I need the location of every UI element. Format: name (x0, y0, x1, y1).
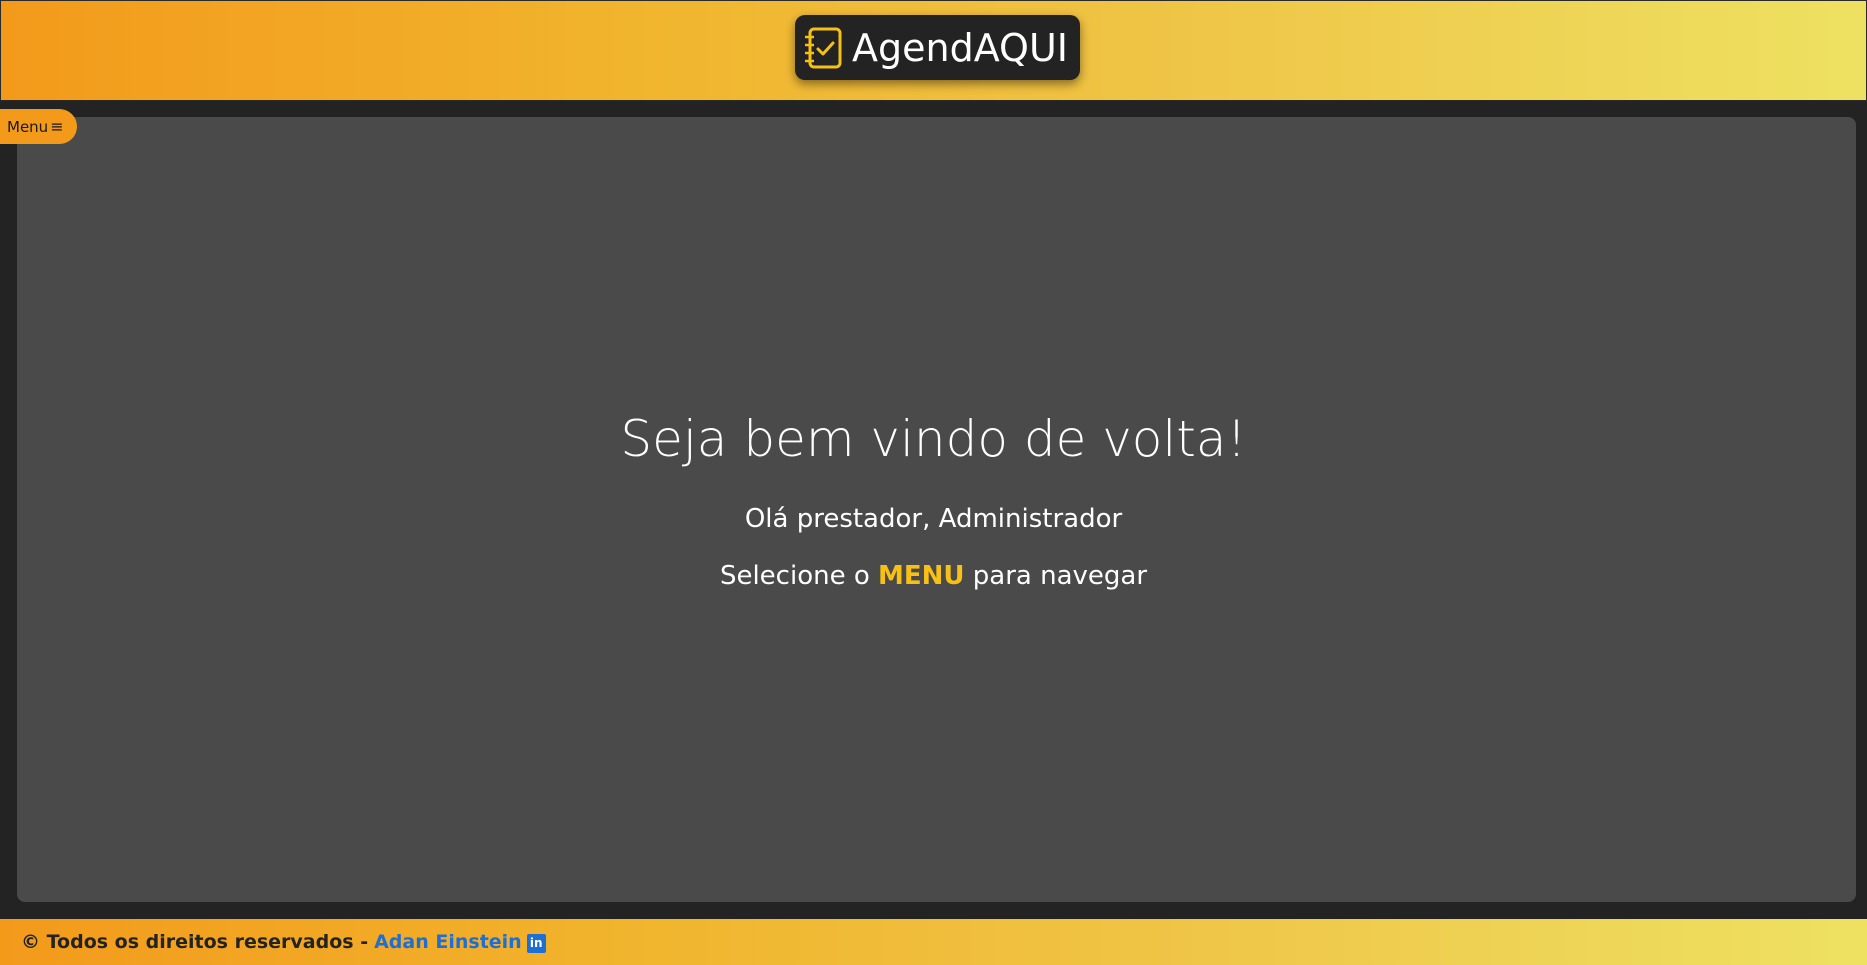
top-header: AgendAQUI (0, 0, 1867, 101)
greeting-text: Olá prestador, Administrador (744, 504, 1123, 534)
welcome-title: Seja bem vindo de volta! (620, 410, 1247, 468)
copyright-text: © Todos os direitos reservados - (21, 931, 369, 953)
brand-logo[interactable]: AgendAQUI (795, 15, 1080, 80)
linkedin-glyph: in (529, 935, 543, 950)
menu-button[interactable]: Menu ≡ (0, 109, 77, 144)
hamburger-icon: ≡ (50, 117, 64, 136)
instruction-text: Selecione o MENU para navegar (0, 557, 1867, 595)
checklist-icon (805, 27, 842, 69)
author-link[interactable]: Adan Einstein (374, 931, 522, 953)
menu-label: Menu (7, 117, 49, 136)
menu-highlight: MENU (878, 561, 965, 591)
instruction-after: para navegar (964, 561, 1148, 591)
instruction-before: Selecione o (719, 561, 879, 591)
linkedin-icon[interactable]: in (526, 933, 546, 953)
footer: © Todos os direitos reservados - Adan Ei… (0, 919, 1867, 965)
brand-name: AgendAQUI (852, 26, 1068, 70)
